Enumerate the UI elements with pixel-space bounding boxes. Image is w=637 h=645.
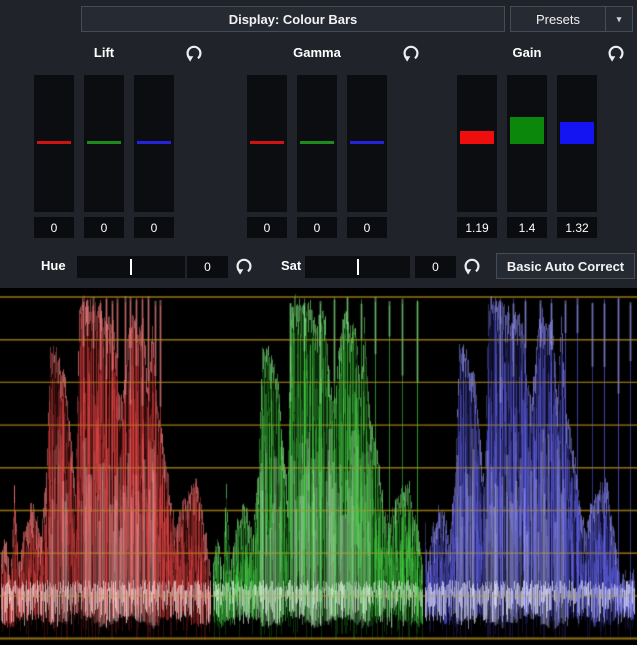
sat-label: Sat <box>281 258 301 273</box>
gain-green-slider[interactable] <box>507 75 547 212</box>
presets-label: Presets <box>511 7 605 31</box>
lift-reset-icon[interactable] <box>184 43 204 63</box>
gain-reset-icon[interactable] <box>606 43 626 63</box>
gamma-red-value[interactable]: 0 <box>247 217 287 238</box>
gain-red-slider[interactable] <box>457 75 497 212</box>
gamma-reset-icon[interactable] <box>401 43 421 63</box>
hue-value[interactable]: 0 <box>187 256 228 278</box>
chevron-down-icon[interactable]: ▾ <box>605 7 632 31</box>
gamma-section-label: Gamma <box>247 45 387 60</box>
lift-green-slider[interactable] <box>84 75 124 212</box>
gamma-blue-slider[interactable] <box>347 75 387 212</box>
gamma-green-handle[interactable] <box>300 141 334 144</box>
presets-button[interactable]: Presets ▾ <box>510 6 633 32</box>
lift-green-handle[interactable] <box>87 141 121 144</box>
hue-reset-icon[interactable] <box>234 256 254 276</box>
basic-auto-correct-button[interactable]: Basic Auto Correct <box>496 253 635 279</box>
gain-green-value[interactable]: 1.4 <box>507 217 547 238</box>
sat-value[interactable]: 0 <box>415 256 456 278</box>
hue-label: Hue <box>41 258 66 273</box>
gamma-green-slider[interactable] <box>297 75 337 212</box>
hue-slider[interactable] <box>77 256 185 278</box>
gamma-red-slider[interactable] <box>247 75 287 212</box>
sat-slider[interactable] <box>305 256 410 278</box>
lift-red-slider[interactable] <box>34 75 74 212</box>
waveform-scope <box>0 288 637 645</box>
lift-section-label: Lift <box>34 45 174 60</box>
sat-slider-handle[interactable] <box>357 259 359 275</box>
lift-green-value[interactable]: 0 <box>84 217 124 238</box>
gamma-blue-value[interactable]: 0 <box>347 217 387 238</box>
lift-red-value[interactable]: 0 <box>34 217 74 238</box>
gain-blue-handle[interactable] <box>560 122 594 144</box>
gamma-red-handle[interactable] <box>250 141 284 144</box>
gain-green-handle[interactable] <box>510 117 544 144</box>
gain-blue-slider[interactable] <box>557 75 597 212</box>
lift-blue-value[interactable]: 0 <box>134 217 174 238</box>
colour-correction-panel: Display: Colour Bars Presets ▾ Lift Gamm… <box>0 0 637 645</box>
gamma-blue-handle[interactable] <box>350 141 384 144</box>
gain-red-handle[interactable] <box>460 131 494 144</box>
sat-reset-icon[interactable] <box>462 256 482 276</box>
lift-blue-slider[interactable] <box>134 75 174 212</box>
gain-red-value[interactable]: 1.19 <box>457 217 497 238</box>
gain-blue-value[interactable]: 1.32 <box>557 217 597 238</box>
display-mode-button[interactable]: Display: Colour Bars <box>81 6 505 32</box>
hue-slider-handle[interactable] <box>130 259 132 275</box>
gamma-green-value[interactable]: 0 <box>297 217 337 238</box>
gain-section-label: Gain <box>457 45 597 60</box>
lift-blue-handle[interactable] <box>137 141 171 144</box>
lift-red-handle[interactable] <box>37 141 71 144</box>
